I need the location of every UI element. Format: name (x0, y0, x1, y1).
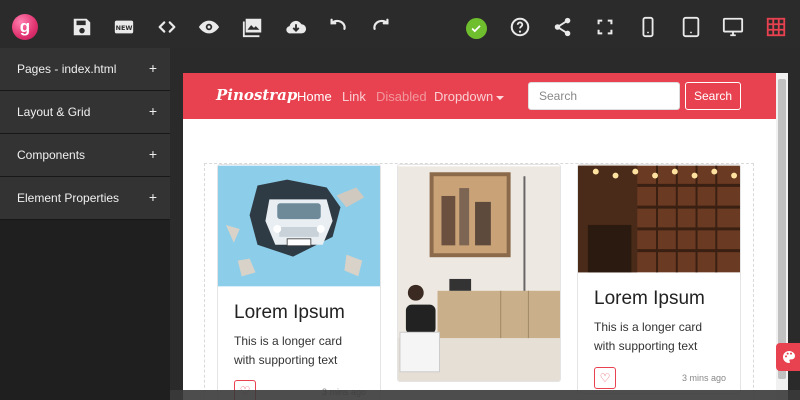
preview-navbar: Pinostrap Home Link Disabled Dropdown Se… (183, 73, 776, 119)
mobile-icon[interactable] (637, 16, 659, 38)
sidebar-item-pages[interactable]: Pages - index.html + (0, 48, 170, 91)
search-button[interactable]: Search (685, 82, 741, 110)
heart-icon[interactable]: ♡ (594, 367, 616, 389)
card-title: Lorem Ipsum (234, 302, 345, 323)
nav-link-disabled: Disabled (376, 89, 427, 104)
sidebar-item-label: Element Properties (17, 191, 120, 205)
card: Lorem Ipsum This is a longer card with s… (217, 164, 381, 400)
image-icon[interactable] (242, 16, 264, 38)
download-icon[interactable] (285, 16, 307, 38)
navbar-brand[interactable]: Pinostrap (216, 86, 297, 104)
card (397, 164, 561, 382)
svg-text:NEW: NEW (116, 24, 133, 32)
card-timestamp: 3 mins ago (681, 373, 726, 383)
sidebar-item-label: Pages - index.html (17, 62, 117, 76)
caret-down-icon (496, 95, 505, 100)
card-image-child-room (398, 166, 560, 381)
sidebar-item-label: Components (17, 148, 86, 162)
expand-icon[interactable]: + (149, 146, 157, 162)
app-logo[interactable]: g (12, 14, 38, 40)
canvas-bottom-bar (170, 390, 800, 400)
nav-dropdown[interactable]: Dropdown (434, 89, 505, 104)
builder-app: g NEW Pages - index.html + Layout & Grid… (0, 0, 800, 400)
sidebar: Pages - index.html + Layout & Grid + Com… (0, 48, 170, 400)
expand-icon[interactable]: + (149, 60, 157, 76)
help-icon[interactable] (509, 16, 531, 38)
sidebar-item-element-properties[interactable]: Element Properties + (0, 177, 170, 220)
sidebar-item-layout-grid[interactable]: Layout & Grid + (0, 91, 170, 134)
card-text: This is a longer card with supporting te… (594, 320, 703, 353)
preview-icon[interactable] (198, 16, 220, 38)
palette-icon[interactable] (776, 343, 800, 371)
grid-icon[interactable] (765, 16, 787, 38)
card-text: This is a longer card with supporting te… (234, 334, 343, 367)
redo-icon[interactable] (370, 16, 392, 38)
card-deck: Lorem Ipsum This is a longer card with s… (204, 163, 754, 400)
fullscreen-icon[interactable] (594, 16, 616, 38)
top-toolbar: g NEW (0, 0, 800, 48)
expand-icon[interactable]: + (149, 189, 157, 205)
card: Lorem Ipsum This is a longer card with s… (577, 164, 741, 394)
check-icon[interactable] (466, 18, 487, 39)
code-icon[interactable] (156, 16, 178, 38)
card-image-bookshelf (578, 165, 740, 273)
card-image-car-wall (218, 165, 380, 287)
desktop-icon[interactable] (722, 16, 744, 38)
save-icon[interactable] (71, 16, 93, 38)
undo-icon[interactable] (327, 16, 349, 38)
new-icon[interactable]: NEW (113, 16, 135, 38)
nav-link-link[interactable]: Link (342, 89, 366, 104)
sidebar-item-components[interactable]: Components + (0, 134, 170, 177)
nav-link-home[interactable]: Home (297, 89, 332, 104)
tablet-icon[interactable] (680, 16, 702, 38)
scrollbar-thumb[interactable] (778, 79, 786, 379)
expand-icon[interactable]: + (149, 103, 157, 119)
card-title: Lorem Ipsum (594, 288, 705, 309)
share-icon[interactable] (552, 16, 574, 38)
nav-dropdown-label: Dropdown (434, 89, 494, 104)
editor-canvas: Pinostrap Home Link Disabled Dropdown Se… (170, 48, 800, 400)
search-input[interactable]: Search (528, 82, 680, 110)
preview-frame[interactable]: Pinostrap Home Link Disabled Dropdown Se… (183, 73, 776, 400)
sidebar-item-label: Layout & Grid (17, 105, 91, 119)
